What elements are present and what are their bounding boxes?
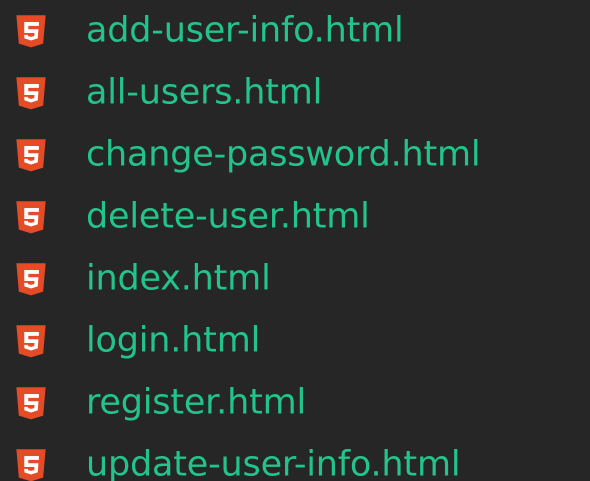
file-row-change-password[interactable]: change-password.html — [0, 124, 590, 186]
file-row-login[interactable]: login.html — [0, 310, 590, 372]
file-row-all-users[interactable]: all-users.html — [0, 62, 590, 124]
html5-icon — [16, 77, 46, 110]
file-row-delete-user[interactable]: delete-user.html — [0, 186, 590, 248]
file-list: add-user-info.html all-users.html change… — [0, 0, 590, 481]
file-name: login.html — [86, 320, 261, 361]
file-name: update-user-info.html — [86, 444, 461, 481]
file-name: all-users.html — [86, 72, 323, 113]
file-name: add-user-info.html — [86, 10, 404, 51]
file-row-index[interactable]: index.html — [0, 248, 590, 310]
file-name: index.html — [86, 258, 271, 299]
html5-icon — [16, 201, 46, 234]
file-row-register[interactable]: register.html — [0, 372, 590, 434]
file-name: register.html — [86, 382, 307, 423]
html5-icon — [16, 387, 46, 420]
file-name: change-password.html — [86, 134, 481, 175]
html5-icon — [16, 139, 46, 172]
html5-icon — [16, 449, 46, 481]
html5-icon — [16, 15, 46, 48]
file-name: delete-user.html — [86, 196, 370, 237]
html5-icon — [16, 325, 46, 358]
file-row-add-user-info[interactable]: add-user-info.html — [0, 0, 590, 62]
html5-icon — [16, 263, 46, 296]
file-row-update-user-info[interactable]: update-user-info.html — [0, 434, 590, 481]
